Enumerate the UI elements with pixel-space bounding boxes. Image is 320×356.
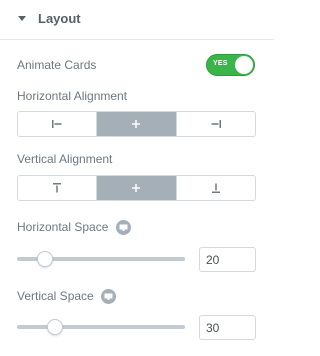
align-top-icon	[53, 183, 62, 193]
horizontal-space-label: Horizontal Space	[17, 220, 109, 234]
section-title: Layout	[38, 11, 81, 26]
horizontal-alignment-control	[17, 111, 256, 137]
align-center-button[interactable]	[97, 112, 177, 136]
horizontal-space-input[interactable]	[199, 247, 256, 272]
align-top-button[interactable]	[18, 176, 98, 200]
desktop-icon	[104, 293, 113, 300]
vertical-alignment-label: Vertical Alignment	[17, 152, 113, 166]
align-center-icon	[132, 120, 141, 128]
vertical-space-input[interactable]	[199, 315, 256, 340]
align-bottom-button[interactable]	[176, 176, 255, 200]
vertical-space-slider[interactable]	[17, 325, 185, 329]
responsive-desktop-button[interactable]	[116, 220, 131, 235]
responsive-desktop-button[interactable]	[101, 289, 116, 304]
vertical-space-slider-handle[interactable]	[46, 319, 63, 335]
vertical-alignment-control	[17, 175, 256, 201]
animate-cards-label: Animate Cards	[17, 58, 97, 72]
align-right-icon	[211, 120, 221, 128]
align-middle-icon	[132, 184, 141, 192]
horizontal-space-slider-handle[interactable]	[36, 251, 53, 267]
align-left-button[interactable]	[18, 112, 98, 136]
toggle-knob	[235, 56, 253, 74]
align-middle-button[interactable]	[97, 176, 177, 200]
align-left-icon	[52, 120, 62, 128]
animate-cards-toggle[interactable]: YES	[206, 54, 255, 76]
vertical-space-label: Vertical Space	[17, 289, 94, 303]
align-bottom-icon	[211, 183, 220, 193]
align-right-button[interactable]	[176, 112, 255, 136]
toggle-on-text: YES	[213, 60, 228, 67]
desktop-icon	[119, 224, 128, 231]
section-header[interactable]: Layout	[0, 0, 274, 40]
horizontal-alignment-label: Horizontal Alignment	[17, 89, 128, 103]
caret-down-icon	[18, 16, 26, 21]
